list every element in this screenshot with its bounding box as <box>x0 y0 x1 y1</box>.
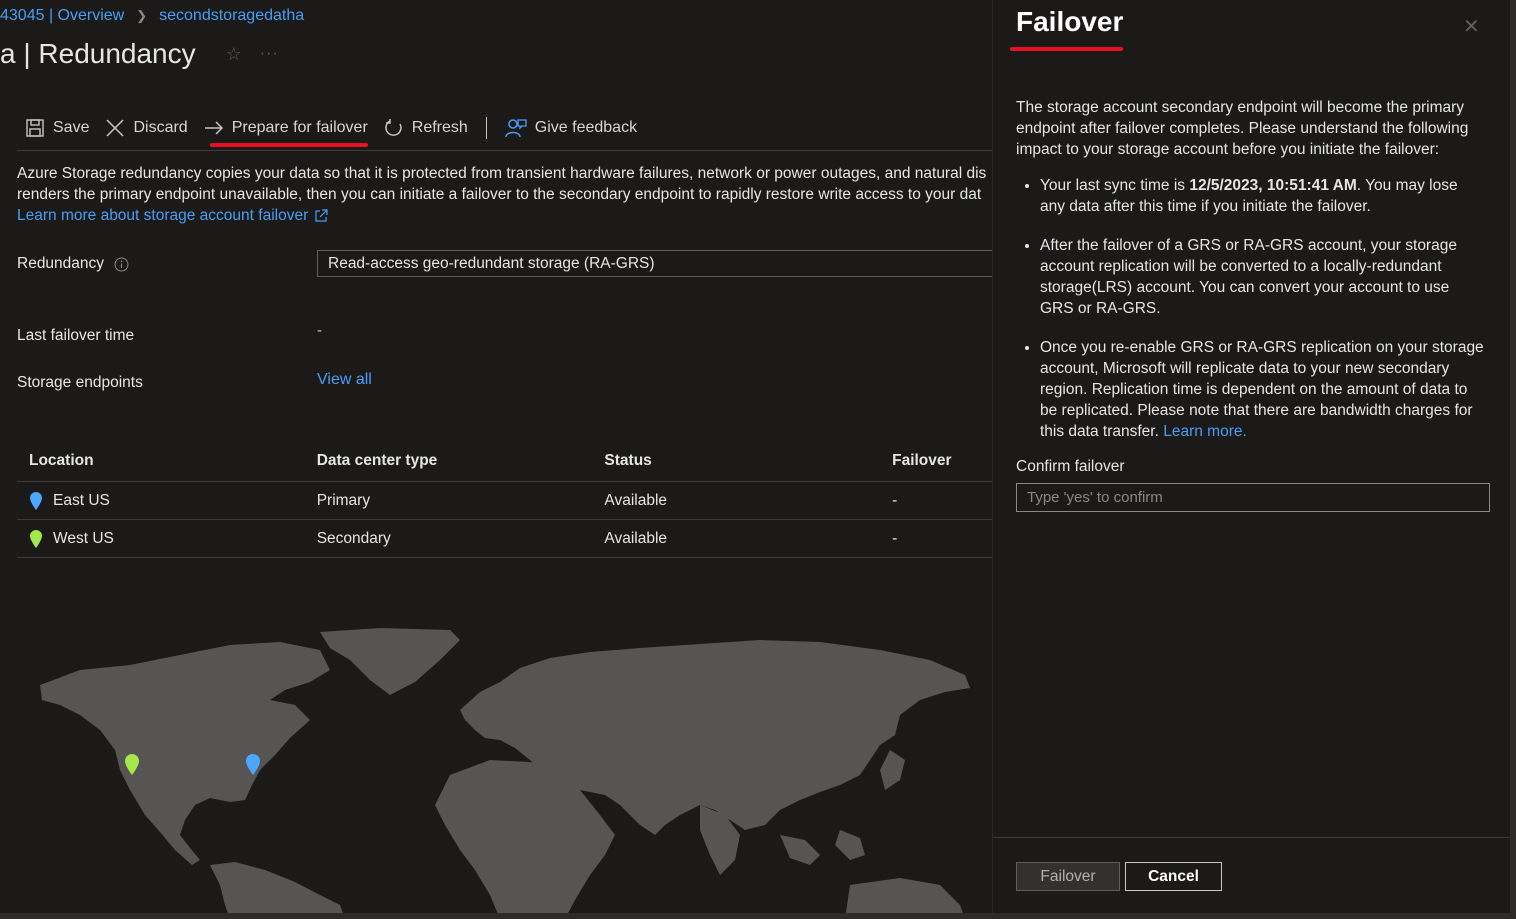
refresh-button[interactable]: Refresh <box>376 112 476 144</box>
external-link-icon <box>315 208 328 222</box>
panel-intro: The storage account secondary endpoint w… <box>1016 99 1469 158</box>
prepare-failover-label: Prepare for failover <box>231 119 368 136</box>
window-right-edge <box>1510 0 1516 919</box>
list-item: Once you re-enable GRS or RA-GRS replica… <box>1040 337 1486 442</box>
breadcrumb-chevron-icon: ❯ <box>136 8 148 23</box>
confirm-failover-label: Confirm failover <box>1016 458 1125 475</box>
more-options-icon[interactable]: ··· <box>260 45 279 63</box>
column-header-status: Status <box>604 451 652 469</box>
failover-panel: Failover ✕ The storage account secondary… <box>992 0 1516 919</box>
save-label: Save <box>53 119 90 136</box>
footer-divider <box>993 837 1515 838</box>
panel-title: Failover <box>1016 6 1124 37</box>
annotation-underline <box>210 143 368 147</box>
learn-more-link[interactable]: Learn more. <box>1163 423 1247 440</box>
redundancy-blade: 43045 | Overview ❯ secondstoragedatha a … <box>0 0 992 919</box>
learn-more-failover-link[interactable]: Learn more about storage account failove… <box>17 205 328 226</box>
close-icon <box>106 119 124 137</box>
location-cell: West US <box>17 529 317 549</box>
cancel-button[interactable]: Cancel <box>1125 862 1222 891</box>
confirm-failover-input[interactable] <box>1016 483 1490 512</box>
type-cell: Primary <box>316 491 371 509</box>
give-feedback-button[interactable]: Give feedback <box>497 112 645 144</box>
replication-note: Once you re-enable GRS or RA-GRS replica… <box>1040 339 1484 440</box>
command-bar: Save Discard Prepare for failover Refres… <box>17 112 645 144</box>
page-title: a | Redundancy <box>0 38 196 69</box>
status-cell: Available <box>604 491 668 509</box>
feedback-icon <box>505 119 527 138</box>
description-line-2: renders the primary endpoint unavailable… <box>17 186 982 203</box>
column-header-type: Data center type <box>316 451 438 469</box>
view-all-endpoints-link[interactable]: View all <box>317 371 372 389</box>
toolbar-divider <box>485 117 487 139</box>
impact-list: Your last sync time is 12/5/2023, 10:51:… <box>1016 175 1486 442</box>
last-failover-value: - <box>317 322 322 339</box>
location-cell: East US <box>17 491 317 511</box>
breadcrumb-overview-link[interactable]: 43045 | Overview <box>0 7 124 25</box>
description-line-1: Azure Storage redundancy copies your dat… <box>17 165 987 182</box>
discard-button[interactable]: Discard <box>97 112 195 144</box>
redundancy-dropdown-value: Read-access geo-redundant storage (RA-GR… <box>328 254 655 272</box>
give-feedback-label: Give feedback <box>534 119 638 136</box>
map-japan <box>880 750 905 790</box>
table-row: West US Secondary Available - <box>17 520 992 558</box>
column-header-failover: Failover <box>892 451 952 469</box>
redundancy-dropdown[interactable]: Read-access geo-redundant storage (RA-GR… <box>317 250 992 277</box>
list-item: Your last sync time is 12/5/2023, 10:51:… <box>1040 175 1486 217</box>
table-row: East US Primary Available - <box>17 482 992 520</box>
failover-cell: - <box>892 491 898 509</box>
window-bottom-edge <box>0 913 1516 919</box>
prepare-failover-button[interactable]: Prepare for failover <box>196 112 376 144</box>
refresh-label: Refresh <box>411 119 468 136</box>
info-icon[interactable] <box>114 257 129 272</box>
map-south-america <box>210 862 345 919</box>
location-pin-icon <box>30 491 42 510</box>
redundancy-label-text: Redundancy <box>17 255 105 272</box>
save-icon <box>26 119 44 137</box>
location-pin-icon <box>30 529 42 548</box>
failover-button[interactable]: Failover <box>1016 862 1120 891</box>
sync-time-prefix: Your last sync time is <box>1040 177 1190 194</box>
storage-endpoints-label: Storage endpoints <box>17 374 143 391</box>
save-button[interactable]: Save <box>17 112 97 144</box>
arrow-right-icon <box>204 121 223 135</box>
last-failover-label: Last failover time <box>17 327 135 344</box>
annotation-underline <box>1010 47 1123 51</box>
description: Azure Storage redundancy copies your dat… <box>17 163 992 226</box>
column-header-location: Location <box>29 451 94 469</box>
failover-cell: - <box>892 529 898 547</box>
table-header-row: Location Data center type Status Failove… <box>17 440 992 482</box>
map-southeast-asia <box>780 830 865 865</box>
favorite-star-icon[interactable]: ☆ <box>226 44 242 65</box>
close-icon[interactable]: ✕ <box>1463 14 1480 39</box>
map-greenland <box>320 628 460 695</box>
last-sync-time: 12/5/2023, 10:51:41 AM <box>1189 177 1357 194</box>
type-cell: Secondary <box>316 529 391 547</box>
location-name: East US <box>53 491 110 509</box>
toolbar-divider-line <box>17 150 992 151</box>
world-map <box>40 628 970 919</box>
learn-more-label: Learn more about storage account failove… <box>17 207 309 224</box>
panel-body: The storage account secondary endpoint w… <box>1016 97 1486 460</box>
locations-table: Location Data center type Status Failove… <box>17 440 992 558</box>
refresh-icon <box>385 119 402 136</box>
list-item: After the failover of a GRS or RA-GRS ac… <box>1040 235 1486 319</box>
location-name: West US <box>53 529 114 547</box>
map-north-america <box>40 642 330 865</box>
breadcrumb-account-link[interactable]: secondstoragedatha <box>159 7 304 25</box>
status-cell: Available <box>604 529 668 547</box>
discard-label: Discard <box>133 119 188 136</box>
title-row: a | Redundancy ☆ ··· <box>0 38 279 70</box>
redundancy-label: Redundancy <box>17 255 129 273</box>
breadcrumb: 43045 | Overview ❯ secondstoragedatha <box>0 7 304 25</box>
